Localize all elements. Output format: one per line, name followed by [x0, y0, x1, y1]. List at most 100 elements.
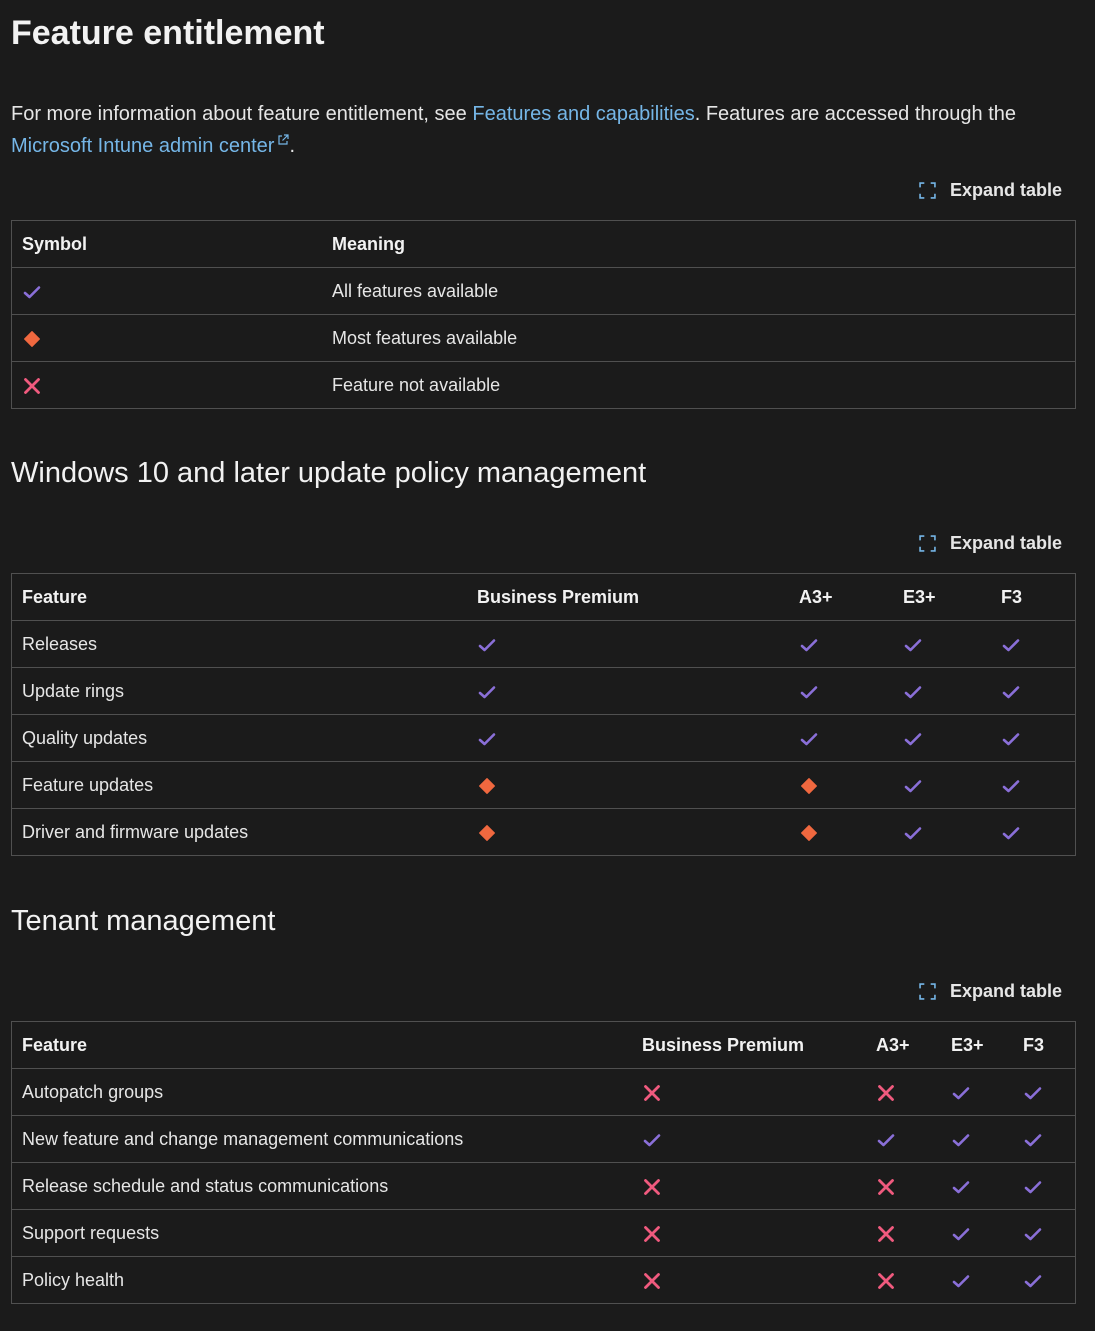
page-title: Feature entitlement — [11, 14, 325, 52]
availability-cell — [1013, 1209, 1076, 1257]
checkmark-icon — [952, 1180, 970, 1193]
column-header-f3: F3 — [1013, 1021, 1076, 1069]
checkmark-icon — [800, 685, 818, 698]
meaning-cell: Feature not available — [332, 374, 501, 395]
cross-icon — [644, 1272, 660, 1289]
availability-cell — [991, 809, 1076, 856]
feature-name-cell: Policy health — [22, 1269, 125, 1290]
intro-text-end: . — [289, 135, 296, 157]
table-row: Most features available — [11, 314, 1076, 362]
availability-cell — [789, 761, 893, 809]
section-title-windows-update: Windows 10 and later update policy manag… — [11, 457, 647, 489]
availability-cell — [632, 1209, 866, 1257]
expand-icon — [919, 182, 936, 199]
table-row: Releases — [11, 620, 1076, 668]
table-row: Driver and firmware updates — [12, 809, 1076, 856]
checkmark-icon — [1002, 779, 1020, 792]
expand-table-label: Expand table — [949, 981, 1062, 1001]
table-row: New feature and change management commun… — [11, 1115, 1076, 1163]
expand-table-button-2[interactable]: Expand table — [919, 533, 1062, 554]
availability-cell — [941, 1162, 1013, 1210]
diamond-icon — [801, 824, 817, 841]
symbol-cell — [12, 362, 323, 409]
cross-icon — [644, 1225, 660, 1242]
availability-cell — [893, 714, 991, 762]
availability-cell — [467, 667, 789, 715]
checkmark-icon — [1002, 826, 1020, 839]
table-row: Autopatch groups — [11, 1068, 1076, 1116]
symbol-legend-table: Symbol Meaning All features available Mos… — [11, 220, 1076, 409]
availability-cell — [789, 714, 893, 762]
intune-admin-center-link[interactable]: Microsoft Intune admin center — [11, 134, 290, 157]
checkmark-icon — [478, 638, 496, 651]
feature-name-cell: Feature updates — [11, 761, 467, 809]
column-header-f3: F3 — [991, 573, 1076, 621]
availability-cell — [789, 667, 893, 715]
availability-cell — [866, 1162, 941, 1210]
cross-icon — [644, 1084, 660, 1101]
availability-cell — [991, 714, 1076, 762]
checkmark-icon — [952, 1274, 970, 1287]
availability-cell — [866, 1209, 941, 1257]
expand-table-button-3[interactable]: Expand table — [919, 981, 1062, 1002]
availability-cell — [991, 761, 1076, 809]
expand-icon — [919, 535, 936, 552]
table-row: Quality updates — [11, 714, 1076, 762]
availability-cell — [632, 1115, 866, 1163]
checkmark-icon — [643, 1133, 661, 1146]
availability-cell — [941, 1068, 1013, 1116]
availability-cell — [632, 1257, 866, 1304]
column-header-business-premium: Business Premium — [467, 573, 789, 621]
availability-cell — [866, 1257, 941, 1304]
cross-icon — [24, 377, 40, 394]
checkmark-icon — [877, 1133, 895, 1146]
table-row: Support requests — [11, 1209, 1076, 1257]
expand-table-label: Expand table — [949, 180, 1062, 200]
meaning-cell: Most features available — [322, 314, 1076, 362]
availability-cell — [866, 1068, 941, 1116]
checkmark-icon — [1024, 1086, 1042, 1099]
table-row: Feature not available — [12, 362, 1076, 409]
table-row: Feature updates — [11, 761, 1076, 809]
feature-name-cell: Driver and firmware updates — [22, 821, 249, 842]
availability-cell — [632, 1162, 866, 1210]
feature-name-cell: Update rings — [11, 667, 467, 715]
windows-update-table: Feature Business Premium A3+ E3+ F3 Rele… — [11, 573, 1076, 856]
feature-name-cell: Releases — [11, 620, 467, 668]
checkmark-icon — [952, 1227, 970, 1240]
availability-cell — [1013, 1068, 1076, 1116]
checkmark-icon — [952, 1086, 970, 1099]
checkmark-icon — [1002, 732, 1020, 745]
checkmark-icon — [23, 285, 41, 298]
availability-cell — [789, 620, 893, 668]
availability-cell — [789, 809, 893, 856]
availability-cell — [941, 1209, 1013, 1257]
external-link-icon — [278, 134, 290, 145]
feature-name-cell: Autopatch groups — [11, 1068, 632, 1116]
cross-icon — [878, 1178, 894, 1195]
availability-cell — [866, 1115, 941, 1163]
feature-name-cell: Release schedule and status communicatio… — [11, 1162, 632, 1210]
expand-table-button-1[interactable]: Expand table — [919, 180, 1062, 201]
table-header-row: Symbol Meaning — [11, 220, 1076, 268]
column-header-symbol: Symbol — [11, 220, 322, 268]
features-capabilities-link[interactable]: Features and capabilities — [472, 103, 694, 125]
column-header-feature: Feature — [11, 573, 467, 621]
diamond-icon — [479, 777, 495, 794]
expand-icon — [919, 983, 936, 1000]
checkmark-icon — [904, 732, 922, 745]
availability-cell — [467, 809, 789, 856]
availability-cell — [893, 620, 991, 668]
intro-text-start: For more information about feature entit… — [11, 103, 473, 125]
table-row: Policy health — [12, 1257, 1076, 1304]
availability-cell — [1013, 1115, 1076, 1163]
cross-icon — [878, 1272, 894, 1289]
cross-icon — [644, 1178, 660, 1195]
checkmark-icon — [952, 1133, 970, 1146]
diamond-icon — [24, 330, 40, 347]
intro-paragraph: For more information about feature entit… — [11, 98, 1061, 162]
availability-cell — [941, 1257, 1013, 1304]
feature-name-cell: New feature and change management commun… — [11, 1115, 632, 1163]
symbol-cell — [11, 314, 322, 362]
availability-cell — [991, 667, 1076, 715]
